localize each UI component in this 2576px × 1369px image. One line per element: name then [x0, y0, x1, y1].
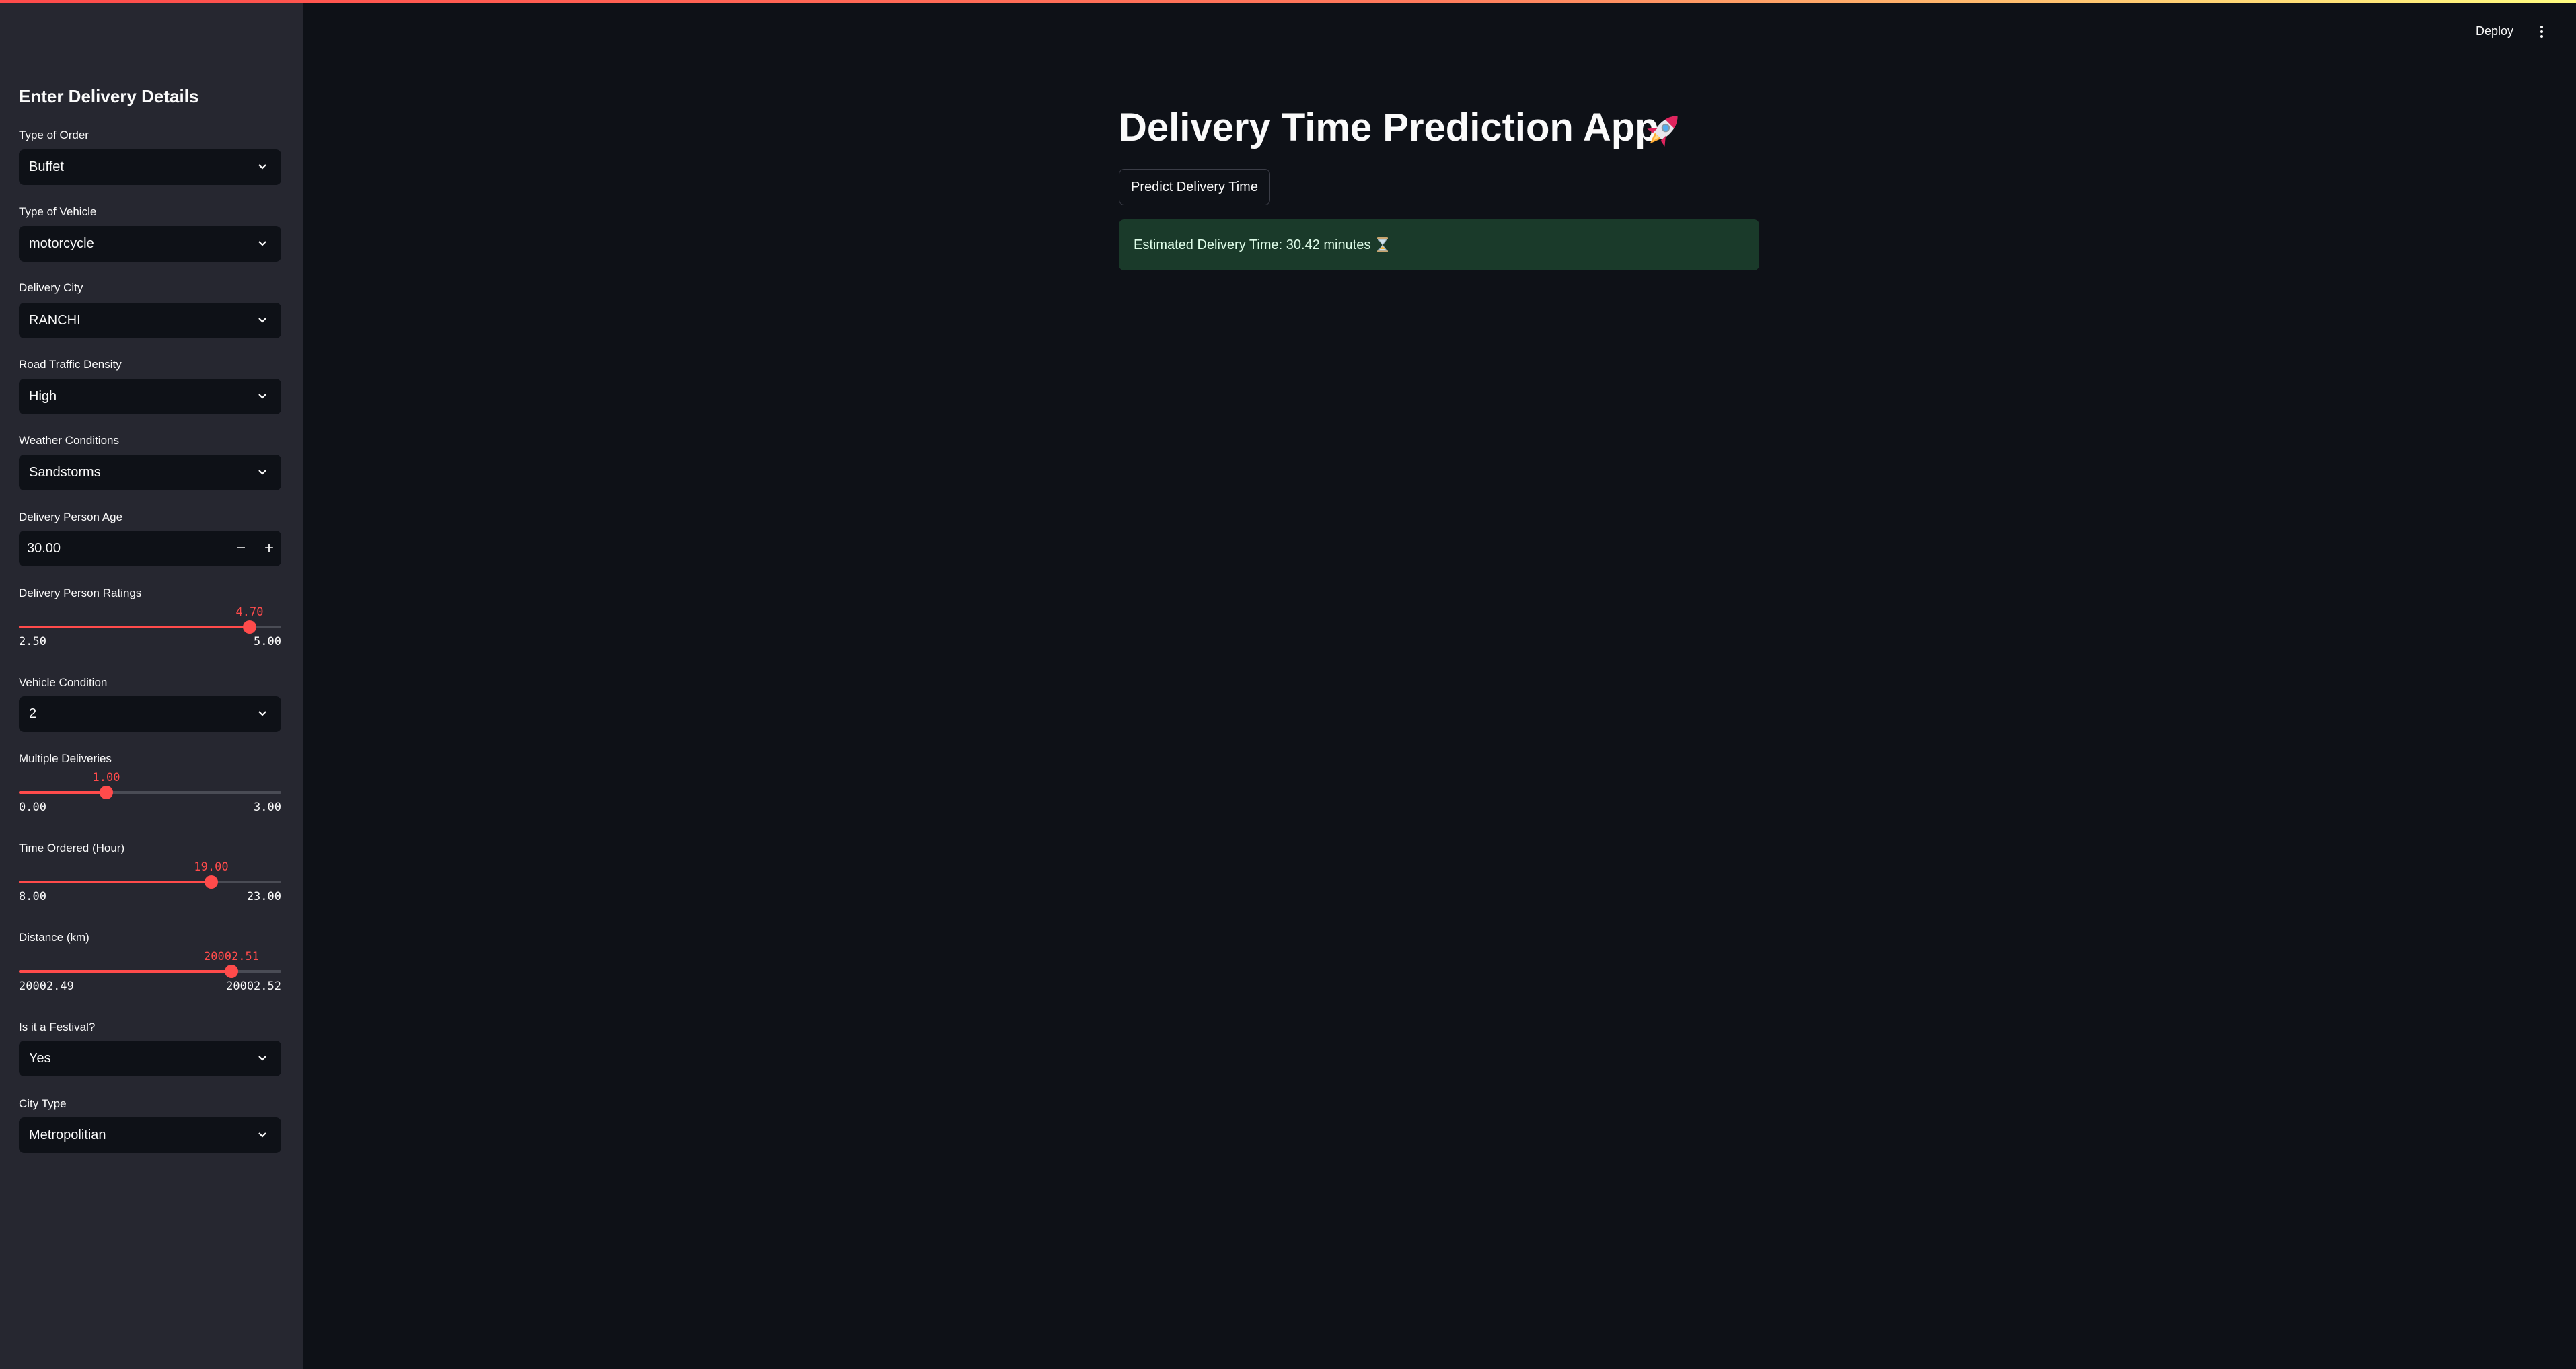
sidebar: Enter Delivery Details Type of Order Buf… [0, 0, 303, 1369]
delivery-city-select[interactable]: RANCHI [19, 303, 281, 338]
decrement-button[interactable]: − [226, 531, 256, 566]
slider-fill [19, 970, 231, 973]
slider-current-value: 19.00 [194, 860, 229, 874]
slider-thumb[interactable] [225, 965, 238, 978]
vehicle-condition-select[interactable]: 2 [19, 696, 281, 732]
hourglass-icon [1377, 237, 1389, 252]
delivery-city-label: Delivery City [19, 281, 83, 294]
slider-min-value: 2.50 [19, 635, 46, 649]
delivery-person-ratings-label: Delivery Person Ratings [19, 587, 142, 599]
slider-current-value: 20002.51 [204, 950, 259, 963]
road-traffic-density-label: Road Traffic Density [19, 358, 122, 371]
vehicle-condition-value: 2 [29, 706, 37, 721]
deploy-button[interactable]: Deploy [2476, 24, 2513, 38]
slider-fill [19, 881, 211, 883]
top-decoration-bar [0, 0, 2576, 3]
weather-conditions-value: Sandstorms [29, 465, 101, 480]
chevron-down-icon [258, 1132, 266, 1138]
type-of-order-label: Type of Order [19, 128, 89, 141]
slider-fill [19, 791, 106, 794]
increment-button[interactable]: + [254, 531, 284, 566]
prediction-result-alert: Estimated Delivery Time: 30.42 minutes [1119, 219, 1759, 270]
chevron-down-icon [258, 470, 266, 475]
delivery-person-age-input: 30.00 − + [19, 531, 281, 566]
delivery-person-ratings-slider[interactable]: 4.70 2.50 5.00 [19, 605, 281, 658]
chevron-down-icon [258, 1056, 266, 1061]
is-festival-label: Is it a Festival? [19, 1021, 96, 1033]
slider-thumb[interactable] [205, 875, 218, 889]
multiple-deliveries-slider[interactable]: 1.00 0.00 3.00 [19, 771, 281, 823]
type-of-order-select[interactable]: Buffet [19, 149, 281, 185]
slider-current-value: 1.00 [92, 771, 120, 784]
slider-thumb[interactable] [100, 786, 113, 799]
type-of-vehicle-value: motorcycle [29, 236, 94, 251]
chevron-down-icon [258, 164, 266, 170]
time-ordered-slider[interactable]: 19.00 8.00 23.00 [19, 860, 281, 913]
page-title: Delivery Time Prediction App [1119, 106, 1659, 149]
type-of-vehicle-select[interactable]: motorcycle [19, 226, 281, 262]
slider-min-value: 8.00 [19, 890, 46, 903]
slider-max-value: 5.00 [254, 635, 281, 649]
city-type-select[interactable]: Metropolitian [19, 1117, 281, 1153]
delivery-person-age-label: Delivery Person Age [19, 511, 123, 523]
delivery-person-age-value[interactable]: 30.00 [27, 531, 222, 566]
city-type-value: Metropolitian [29, 1127, 106, 1142]
multiple-deliveries-label: Multiple Deliveries [19, 752, 112, 765]
slider-min-value: 20002.49 [19, 979, 74, 993]
sidebar-title: Enter Delivery Details [19, 86, 199, 106]
slider-current-value: 4.70 [235, 605, 264, 619]
vehicle-condition-label: Vehicle Condition [19, 676, 108, 689]
time-ordered-label: Time Ordered (Hour) [19, 842, 125, 854]
city-type-label: City Type [19, 1097, 67, 1110]
chevron-down-icon [258, 394, 266, 399]
chevron-down-icon [258, 318, 266, 323]
slider-fill [19, 626, 250, 628]
slider-max-value: 3.00 [254, 801, 281, 814]
slider-min-value: 0.00 [19, 801, 46, 814]
slider-thumb[interactable] [243, 620, 256, 634]
is-festival-value: Yes [29, 1051, 51, 1066]
chevron-down-icon [258, 241, 266, 246]
type-of-order-value: Buffet [29, 159, 64, 174]
slider-max-value: 20002.52 [226, 979, 281, 993]
weather-conditions-select[interactable]: Sandstorms [19, 455, 281, 490]
distance-slider[interactable]: 20002.51 20002.49 20002.52 [19, 950, 281, 1002]
chevron-down-icon [258, 711, 266, 716]
result-text: Estimated Delivery Time: 30.42 minutes [1134, 237, 1371, 252]
distance-label: Distance (km) [19, 931, 89, 944]
delivery-city-value: RANCHI [29, 313, 81, 328]
road-traffic-density-select[interactable]: High [19, 379, 281, 414]
is-festival-select[interactable]: Yes [19, 1041, 281, 1076]
rocket-icon [1647, 116, 1678, 147]
slider-max-value: 23.00 [246, 890, 281, 903]
weather-conditions-label: Weather Conditions [19, 434, 119, 447]
kebab-menu-icon[interactable] [2538, 24, 2546, 39]
predict-delivery-time-button[interactable]: Predict Delivery Time [1119, 169, 1270, 205]
road-traffic-density-value: High [29, 389, 57, 404]
type-of-vehicle-label: Type of Vehicle [19, 205, 97, 218]
